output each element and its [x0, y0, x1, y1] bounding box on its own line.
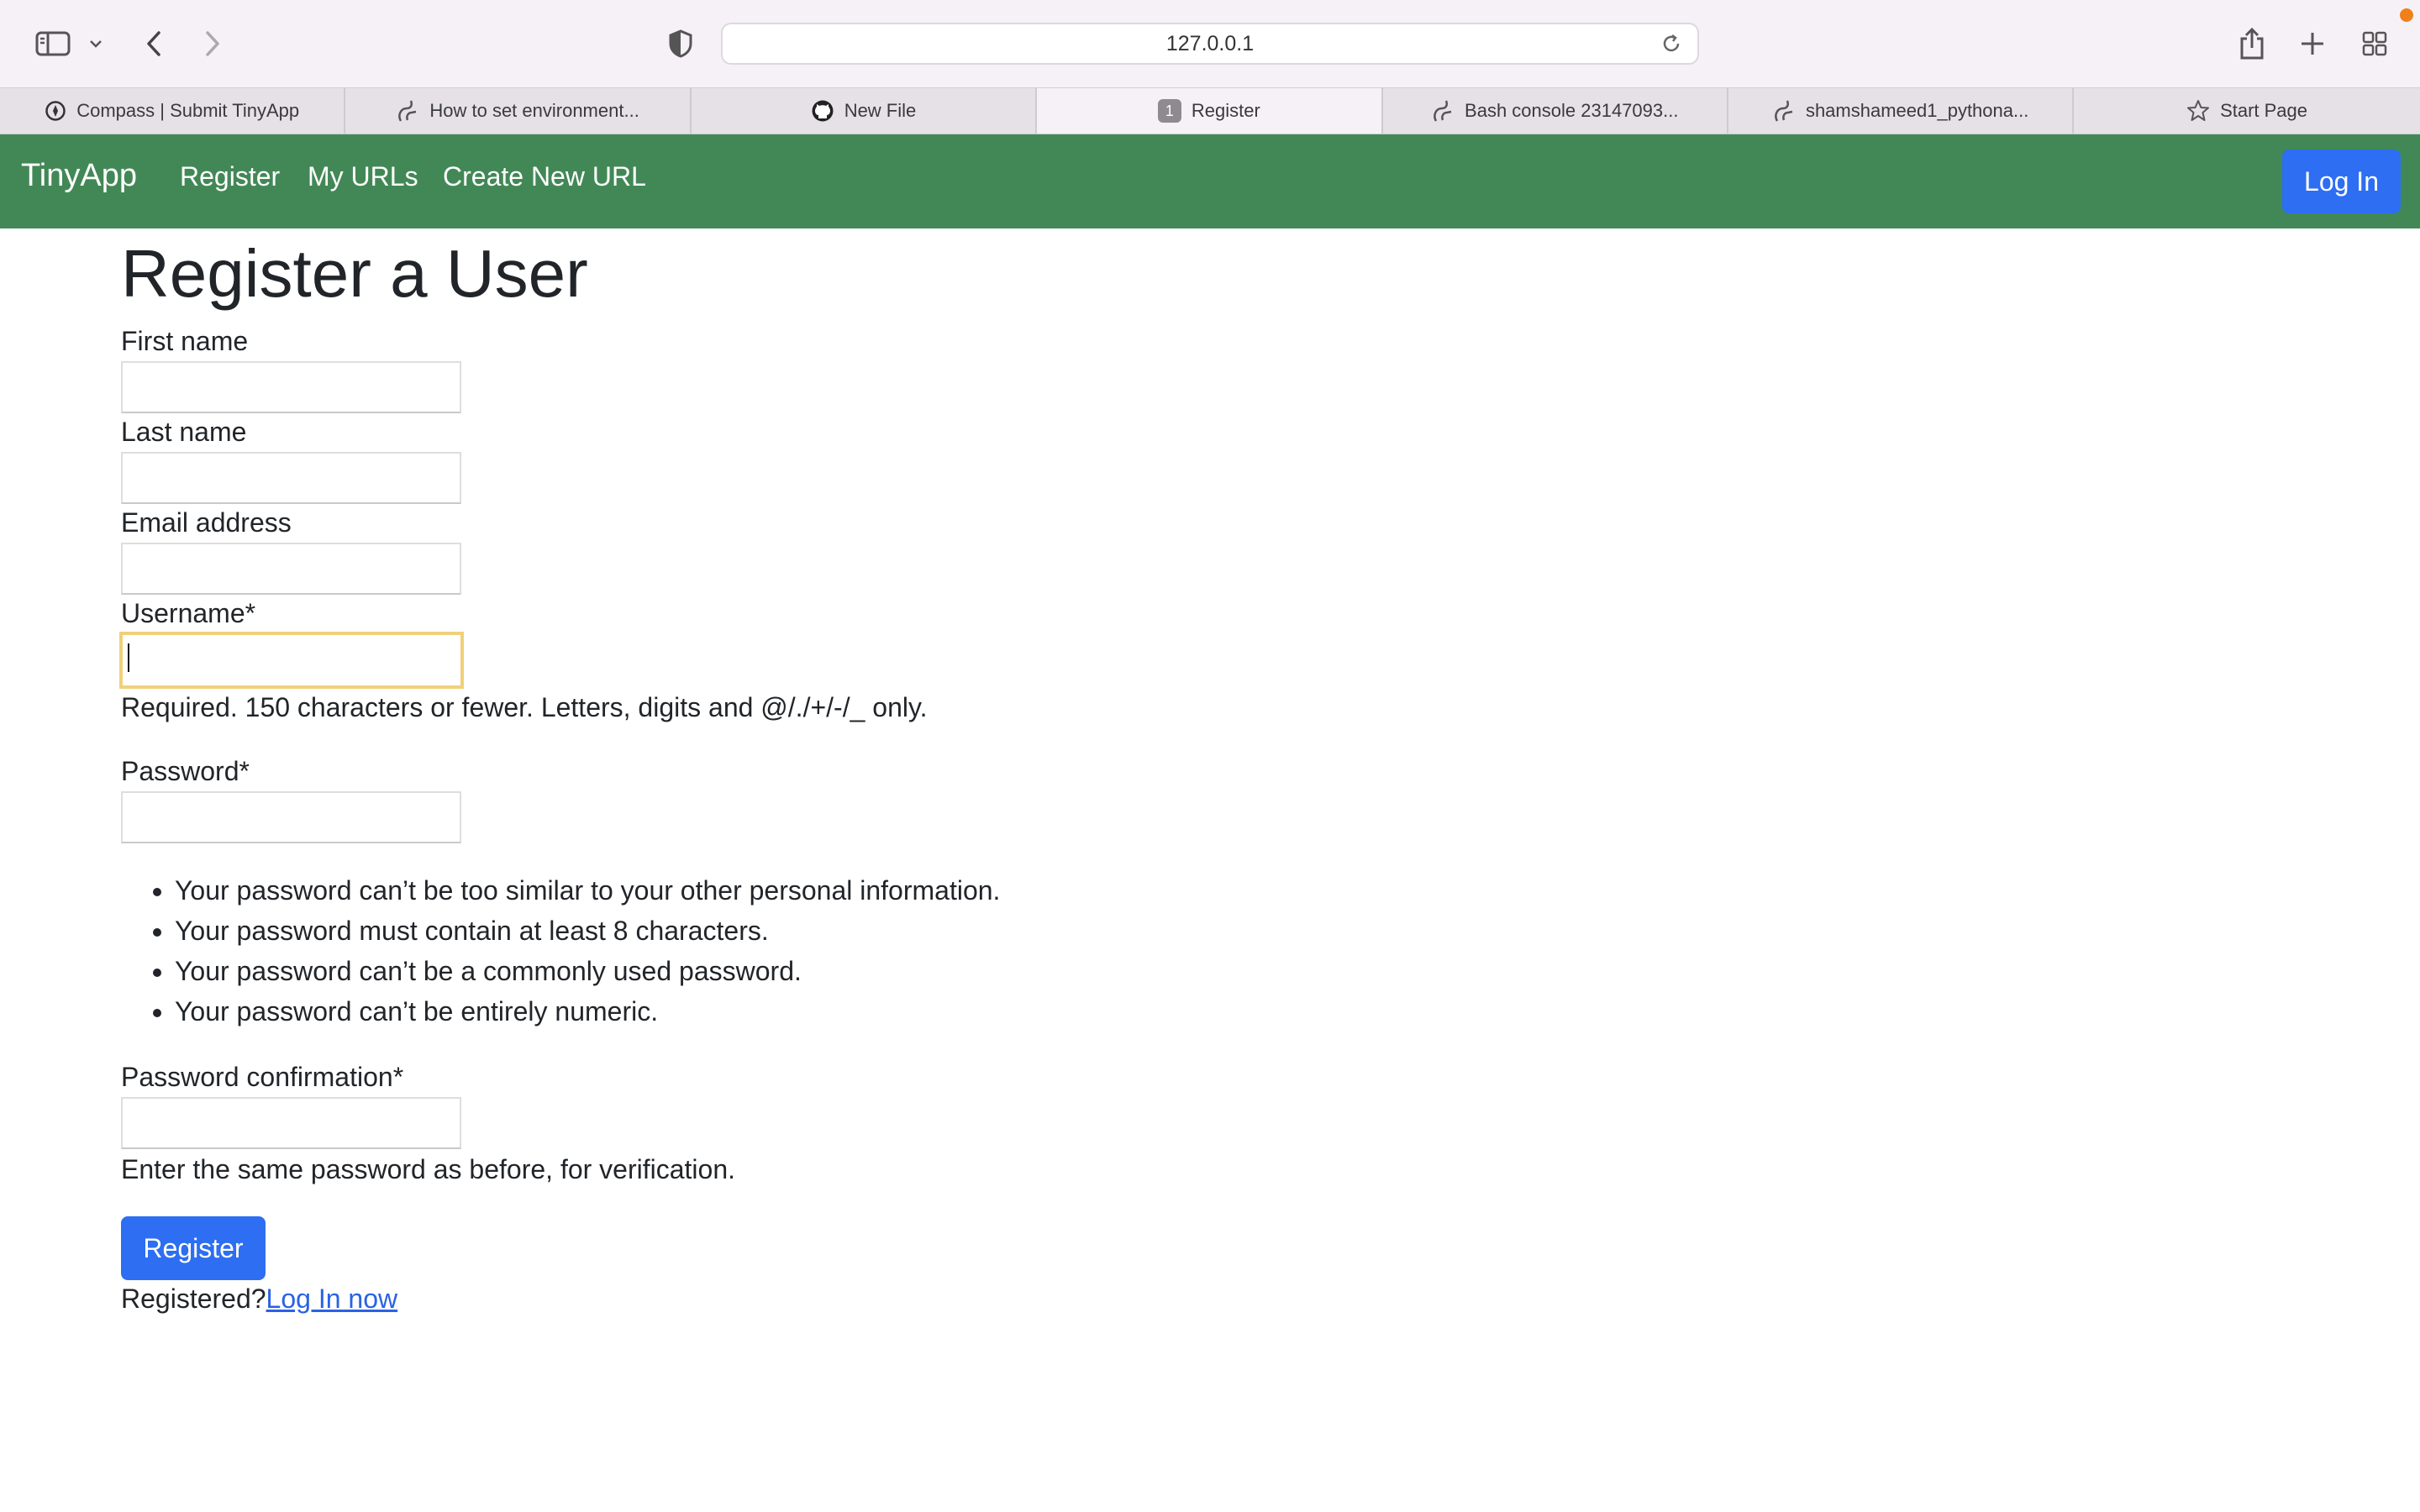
- nav-register-link[interactable]: Register: [180, 161, 280, 192]
- tab-label: Register: [1191, 100, 1260, 121]
- compass-icon: [45, 100, 66, 122]
- registered-text: Registered?: [121, 1284, 266, 1314]
- password-confirm-help-text: Enter the same password as before, for v…: [121, 1154, 736, 1184]
- username-help-text: Required. 150 characters or fewer. Lette…: [121, 692, 928, 722]
- email-input[interactable]: [121, 543, 461, 595]
- login-button[interactable]: Log In: [2282, 150, 2401, 213]
- tab-badge: 1: [1157, 99, 1181, 123]
- page-title: Register a User: [121, 236, 588, 311]
- login-now-link[interactable]: Log In now: [266, 1284, 398, 1314]
- tab-env-howto[interactable]: How to set environment...: [345, 88, 692, 134]
- password-rules-list: Your password can’t be too similar to yo…: [175, 870, 1000, 1032]
- register-submit-button[interactable]: Register: [121, 1216, 266, 1280]
- forward-arrow-icon[interactable]: [198, 20, 227, 67]
- pythonanywhere-icon: [1431, 98, 1455, 123]
- reload-icon[interactable]: [1660, 33, 1682, 60]
- star-icon: [2186, 99, 2210, 123]
- tab-bash-console[interactable]: Bash console 23147093...: [1383, 88, 1728, 134]
- tab-start-page[interactable]: Start Page: [2074, 88, 2419, 134]
- list-item: Your password must contain at least 8 ch…: [175, 911, 1000, 951]
- brand-link[interactable]: TinyApp: [21, 158, 137, 194]
- app-navbar: TinyApp Register My URLs Create New URL …: [0, 134, 2420, 228]
- github-icon: [811, 99, 834, 123]
- number-badge-icon: 1: [1157, 99, 1181, 123]
- tab-label: New File: [844, 100, 917, 121]
- list-item: Your password can’t be entirely numeric.: [175, 991, 1000, 1032]
- tab-label: Start Page: [2220, 100, 2308, 121]
- privacy-shield-icon[interactable]: [666, 20, 696, 67]
- tab-label: shamshameed1_pythona...: [1805, 100, 2029, 121]
- first-name-label: First name: [121, 326, 249, 356]
- password-input[interactable]: [121, 791, 461, 843]
- address-bar[interactable]: 127.0.0.1: [721, 23, 1699, 65]
- back-arrow-icon[interactable]: [139, 20, 168, 67]
- tab-register[interactable]: 1 Register: [1037, 88, 1383, 134]
- tab-new-file[interactable]: New File: [692, 88, 1038, 134]
- pythonanywhere-icon: [396, 98, 419, 123]
- list-item: Your password can’t be a commonly used p…: [175, 951, 1000, 991]
- tab-label: Bash console 23147093...: [1465, 100, 1679, 121]
- email-label: Email address: [121, 507, 292, 538]
- list-item: Your password can’t be too similar to yo…: [175, 870, 1000, 911]
- pythonanywhere-icon: [1772, 98, 1796, 123]
- nav-my-urls-link[interactable]: My URLs: [308, 161, 418, 192]
- password-confirm-input[interactable]: [121, 1097, 461, 1149]
- tab-label: How to set environment...: [429, 100, 639, 121]
- nav-create-url-link[interactable]: Create New URL: [443, 161, 646, 192]
- tab-compass[interactable]: Compass | Submit TinyApp: [0, 88, 346, 134]
- username-label: Username*: [121, 598, 256, 628]
- tab-pythonanywhere[interactable]: shamshameed1_pythona...: [1728, 88, 2075, 134]
- notification-dot: [2400, 8, 2413, 22]
- login-prompt: Registered?Log In now: [121, 1284, 397, 1315]
- new-tab-plus-icon[interactable]: [2297, 20, 2328, 67]
- url-text: 127.0.0.1: [1165, 31, 1255, 55]
- password-label: Password*: [121, 756, 250, 786]
- password-confirm-label: Password confirmation*: [121, 1062, 404, 1092]
- tab-label: Compass | Submit TinyApp: [76, 100, 300, 121]
- username-input[interactable]: [119, 632, 464, 689]
- chevron-down-icon[interactable]: [84, 20, 108, 67]
- browser-toolbar: 127.0.0.1: [0, 0, 2420, 87]
- sidebar-toggle-icon[interactable]: [32, 20, 74, 67]
- first-name-input[interactable]: [121, 361, 461, 413]
- tab-strip: Compass | Submit TinyApp How to set envi…: [0, 87, 2420, 134]
- tab-overview-icon[interactable]: [2360, 20, 2390, 67]
- last-name-input[interactable]: [121, 452, 461, 504]
- last-name-label: Last name: [121, 417, 247, 447]
- share-icon[interactable]: [2235, 20, 2269, 67]
- text-caret: [128, 643, 129, 672]
